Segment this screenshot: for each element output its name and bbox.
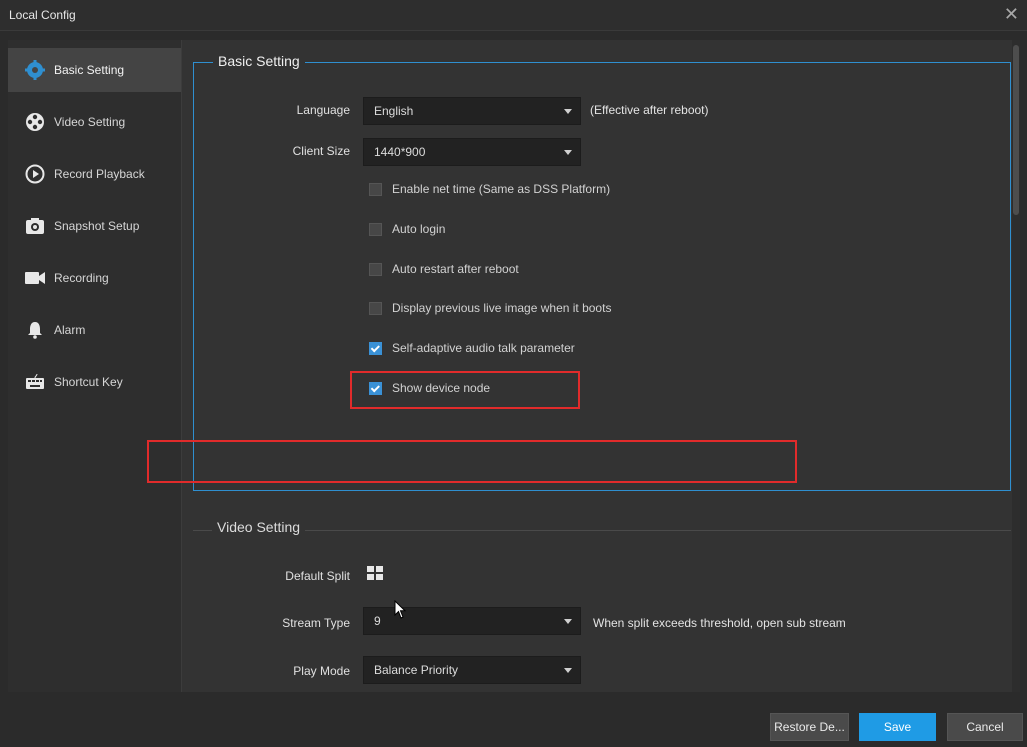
sidebar-item-label: Shortcut Key: [54, 375, 123, 389]
sidebar-item-basic-setting[interactable]: Basic Setting: [8, 48, 181, 92]
sidebar-item-recording[interactable]: Recording: [8, 256, 181, 300]
enable-net-time-checkbox[interactable]: [369, 182, 382, 196]
window-title: Local Config: [9, 8, 76, 22]
keyboard-icon: [24, 371, 46, 393]
sidebar-item-alarm[interactable]: Alarm: [8, 308, 181, 352]
checkbox-label: Auto restart after reboot: [392, 262, 519, 276]
basic-setting-title: Basic Setting: [213, 53, 305, 69]
checkbox-label: Auto login: [392, 222, 446, 236]
chevron-down-icon: [564, 668, 572, 673]
checkbox-label: Enable net time (Same as DSS Platform): [392, 182, 611, 196]
basic-setting-group: [193, 62, 1011, 491]
language-value: English: [374, 104, 414, 118]
restore-default-button[interactable]: Restore De...: [770, 713, 849, 741]
highlight-box: [350, 371, 580, 409]
highlight-box: [147, 440, 797, 483]
client-size-value: 1440*900: [374, 145, 426, 159]
close-icon[interactable]: ✕: [1004, 4, 1019, 25]
chevron-down-icon: [564, 109, 572, 114]
cancel-button[interactable]: Cancel: [947, 713, 1023, 741]
language-hint: (Effective after reboot): [590, 103, 709, 117]
playback-icon: [24, 163, 46, 185]
auto-restart-checkbox[interactable]: [369, 262, 382, 276]
stream-type-label: Stream Type: [282, 616, 350, 630]
stream-type-hint: When split exceeds threshold, open sub s…: [593, 616, 846, 630]
bell-icon: [24, 319, 46, 341]
title-bar: Local Config ✕: [0, 0, 1027, 31]
client-size-label: Client Size: [292, 144, 350, 158]
video-setting-title: Video Setting: [212, 519, 306, 535]
sidebar: Basic Setting Video Setting Record Playb…: [8, 40, 182, 692]
split-grid-icon[interactable]: [367, 566, 383, 580]
scrollbar-thumb[interactable]: [1013, 45, 1019, 215]
play-mode-value: Balance Priority: [374, 663, 459, 677]
self-adaptive-audio-checkbox[interactable]: [369, 341, 382, 355]
checkbox-label: Display previous live image when it boot…: [392, 301, 612, 315]
sidebar-item-label: Basic Setting: [54, 63, 125, 77]
sidebar-item-label: Record Playback: [54, 167, 145, 181]
sidebar-item-label: Snapshot Setup: [54, 219, 140, 233]
chevron-down-icon: [564, 619, 572, 624]
sidebar-item-label: Recording: [54, 271, 109, 285]
auto-login-option[interactable]: Auto login: [369, 222, 445, 236]
save-button[interactable]: Save: [859, 713, 936, 741]
video-camera-icon: [24, 267, 46, 289]
play-mode-label: Play Mode: [293, 664, 350, 678]
sidebar-item-record-playback[interactable]: Record Playback: [8, 152, 181, 196]
chevron-down-icon: [564, 150, 572, 155]
sidebar-item-label: Video Setting: [54, 115, 126, 129]
display-previous-live-option[interactable]: Display previous live image when it boot…: [369, 301, 611, 315]
sidebar-item-snapshot-setup[interactable]: Snapshot Setup: [8, 204, 181, 248]
client-size-select[interactable]: 1440*900: [363, 138, 581, 166]
self-adaptive-audio-option[interactable]: Self-adaptive audio talk parameter: [369, 341, 575, 355]
stream-type-value: 9: [374, 614, 381, 628]
gear-icon: [24, 59, 46, 81]
sidebar-item-video-setting[interactable]: Video Setting: [8, 100, 181, 144]
language-select[interactable]: English: [363, 97, 581, 125]
sidebar-item-label: Alarm: [54, 323, 86, 337]
enable-net-time-option[interactable]: Enable net time (Same as DSS Platform): [369, 182, 610, 196]
auto-login-checkbox[interactable]: [369, 222, 382, 236]
film-reel-icon: [24, 111, 46, 133]
display-previous-live-checkbox[interactable]: [369, 301, 382, 315]
sidebar-item-shortcut-key[interactable]: Shortcut Key: [8, 360, 181, 404]
camera-icon: [24, 215, 46, 237]
default-split-label: Default Split: [285, 569, 350, 583]
checkbox-label: Self-adaptive audio talk parameter: [392, 341, 575, 355]
auto-restart-option[interactable]: Auto restart after reboot: [369, 262, 519, 276]
language-label: Language: [296, 103, 350, 117]
play-mode-select[interactable]: Balance Priority: [363, 656, 581, 684]
mouse-cursor-icon: [394, 600, 407, 619]
